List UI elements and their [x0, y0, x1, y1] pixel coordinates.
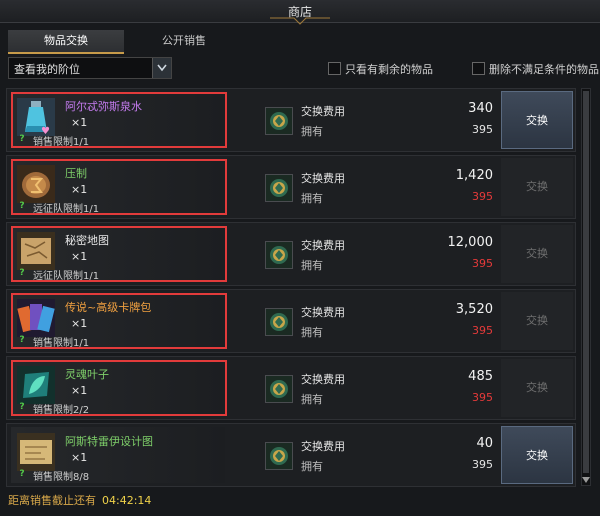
exchange-token-icon: [265, 442, 293, 470]
tier-filter-dropdown[interactable]: 查看我的阶位: [8, 57, 172, 79]
scrollbar[interactable]: [581, 88, 591, 486]
owned-value: 395: [472, 458, 493, 471]
cost-label: 交换费用: [301, 306, 345, 319]
purchase-limit: 销售限制8/8: [33, 472, 90, 483]
item-card[interactable]: 秘密地图 ×1 ? 远征队限制1/1: [11, 226, 227, 282]
cost-value: 1,420: [455, 168, 493, 183]
soul-leaf-icon: [17, 366, 55, 404]
owned-label: 拥有: [301, 125, 323, 138]
item-quantity: ×1: [71, 116, 88, 129]
exchange-token-icon: [265, 107, 293, 135]
help-icon[interactable]: ?: [17, 402, 27, 412]
item-quantity: ×1: [71, 250, 88, 263]
item-name: 秘密地图: [65, 234, 109, 247]
item-card[interactable]: 压制 ×1 ? 远征队限制1/1: [11, 159, 227, 215]
cost-value: 340: [468, 101, 493, 116]
countdown-time: 04:42:14: [102, 494, 152, 507]
hide-unmet-label: 删除不满足条件的物品: [489, 63, 599, 76]
item-quantity: ×1: [71, 451, 88, 464]
tier-filter-value: 查看我的阶位: [14, 63, 80, 76]
owned-value: 395: [472, 324, 493, 337]
owned-label: 拥有: [301, 259, 323, 272]
item-card[interactable]: ♥ 阿尔忒弥斯泉水 ×1 ? 销售限制1/1: [11, 92, 227, 148]
title-bar: 商店: [0, 0, 600, 25]
purchase-limit: 远征队限制1/1: [33, 271, 100, 282]
owned-label: 拥有: [301, 192, 323, 205]
countdown-label: 距离销售截止还有: [8, 494, 96, 507]
item-name: 传说~高级卡牌包: [65, 301, 152, 314]
shop-item-row: ♥ 阿尔忒弥斯泉水 ×1 ? 销售限制1/1 交换费用 拥有 340 395 交…: [6, 88, 576, 152]
owned-value: 395: [472, 123, 493, 136]
blueprint-icon: [17, 433, 55, 471]
owned-label: 拥有: [301, 393, 323, 406]
item-name: 阿斯特雷伊设计图: [65, 435, 153, 448]
exchange-button[interactable]: 交换: [501, 426, 573, 484]
exchange-token-icon: [265, 308, 293, 336]
owned-value: 395: [472, 257, 493, 270]
help-icon[interactable]: ?: [17, 201, 27, 211]
scrollbar-thumb[interactable]: [583, 91, 589, 473]
remaining-only-checkbox[interactable]: [328, 62, 341, 75]
purchase-limit: 销售限制2/2: [33, 405, 90, 416]
purchase-limit: 销售限制1/1: [33, 137, 90, 148]
cost-label: 交换费用: [301, 239, 345, 252]
map-icon: [17, 232, 55, 270]
owned-value: 395: [472, 190, 493, 203]
exchange-button[interactable]: 交换: [501, 225, 573, 283]
exchange-button[interactable]: 交换: [501, 158, 573, 216]
item-name: 阿尔忒弥斯泉水: [65, 100, 142, 113]
tab-public-sale[interactable]: 公开销售: [126, 30, 242, 52]
scroll-down-icon[interactable]: [582, 477, 590, 483]
cost-label: 交换费用: [301, 440, 345, 453]
rune-stone-icon: [17, 165, 55, 203]
item-name: 灵魂叶子: [65, 368, 109, 381]
exchange-button[interactable]: 交换: [501, 359, 573, 417]
shop-item-row: 压制 ×1 ? 远征队限制1/1 交换费用 拥有 1,420 395 交换: [6, 155, 576, 219]
cost-value: 3,520: [455, 302, 493, 317]
item-quantity: ×1: [71, 384, 88, 397]
exchange-token-icon: [265, 375, 293, 403]
cost-value: 485: [468, 369, 493, 384]
cost-value: 40: [476, 436, 493, 451]
shop-item-row: 秘密地图 ×1 ? 远征队限制1/1 交换费用 拥有 12,000 395 交换: [6, 222, 576, 286]
chevron-down-icon: [157, 64, 167, 72]
item-card[interactable]: 阿斯特雷伊设计图 ×1 ? 销售限制8/8: [11, 427, 225, 483]
cost-label: 交换费用: [301, 373, 345, 386]
purchase-limit: 远征队限制1/1: [33, 204, 100, 215]
cost-label: 交换费用: [301, 172, 345, 185]
help-icon[interactable]: ?: [17, 335, 27, 345]
purchase-limit: 销售限制1/1: [33, 338, 90, 349]
item-quantity: ×1: [71, 317, 88, 330]
item-card[interactable]: 灵魂叶子 ×1 ? 销售限制2/2: [11, 360, 227, 416]
exchange-button[interactable]: 交换: [501, 91, 573, 149]
cost-value: 12,000: [447, 235, 494, 250]
exchange-token-icon: [265, 241, 293, 269]
sale-countdown: 距离销售截止还有 04:42:14: [8, 492, 151, 508]
item-quantity: ×1: [71, 183, 88, 196]
help-icon[interactable]: ?: [17, 268, 27, 278]
owned-label: 拥有: [301, 460, 323, 473]
item-name: 压制: [65, 167, 87, 180]
dropdown-arrow[interactable]: [152, 58, 171, 78]
owned-label: 拥有: [301, 326, 323, 339]
shop-item-row: 灵魂叶子 ×1 ? 销售限制2/2 交换费用 拥有 485 395 交换: [6, 356, 576, 420]
hide-unmet-checkbox[interactable]: [472, 62, 485, 75]
potion-icon: ♥: [17, 98, 55, 137]
cost-label: 交换费用: [301, 105, 345, 118]
shop-item-row: 传说~高级卡牌包 ×1 ? 销售限制1/1 交换费用 拥有 3,520 395 …: [6, 289, 576, 353]
shop-item-row: 阿斯特雷伊设计图 ×1 ? 销售限制8/8 交换费用 拥有 40 395 交换: [6, 423, 576, 487]
owned-value: 395: [472, 391, 493, 404]
tab-item-exchange[interactable]: 物品交换: [8, 30, 124, 54]
item-list: ♥ 阿尔忒弥斯泉水 ×1 ? 销售限制1/1 交换费用 拥有 340 395 交…: [0, 86, 600, 492]
remaining-only-label: 只看有剩余的物品: [345, 63, 433, 76]
exchange-button[interactable]: 交换: [501, 292, 573, 350]
card-pack-icon: [17, 299, 55, 337]
help-icon[interactable]: ?: [17, 469, 27, 479]
exchange-token-icon: [265, 174, 293, 202]
title-ornament-icon: [270, 17, 330, 25]
item-card[interactable]: 传说~高级卡牌包 ×1 ? 销售限制1/1: [11, 293, 227, 349]
help-icon[interactable]: ?: [17, 134, 27, 144]
